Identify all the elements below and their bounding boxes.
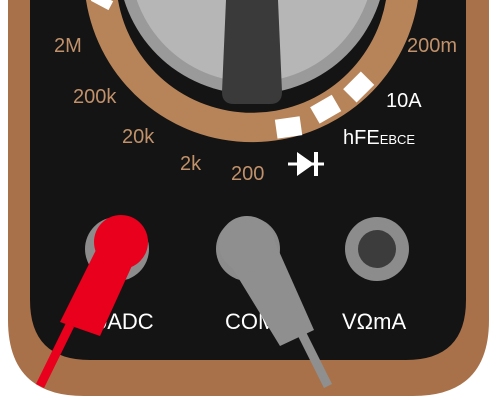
knob-pointer: [222, 0, 282, 104]
range-label-2k: 2k: [180, 153, 202, 175]
range-label-200k: 200k: [73, 86, 117, 108]
range-label-200: 200: [231, 163, 264, 185]
range-label-200m: 200m: [407, 35, 457, 57]
range-label-2M: 2M: [54, 35, 82, 57]
jack-vohm-hole: [358, 230, 396, 268]
multimeter-illustration: 2M 200k 20k 2k 200 200m 10A hFEEBCE 0ADC…: [8, 0, 489, 396]
range-marker: [274, 116, 303, 139]
range-label-10A: 10A: [386, 90, 422, 112]
range-label-20k: 20k: [122, 126, 155, 148]
jack-vohm-label: VΩmA: [342, 309, 406, 334]
